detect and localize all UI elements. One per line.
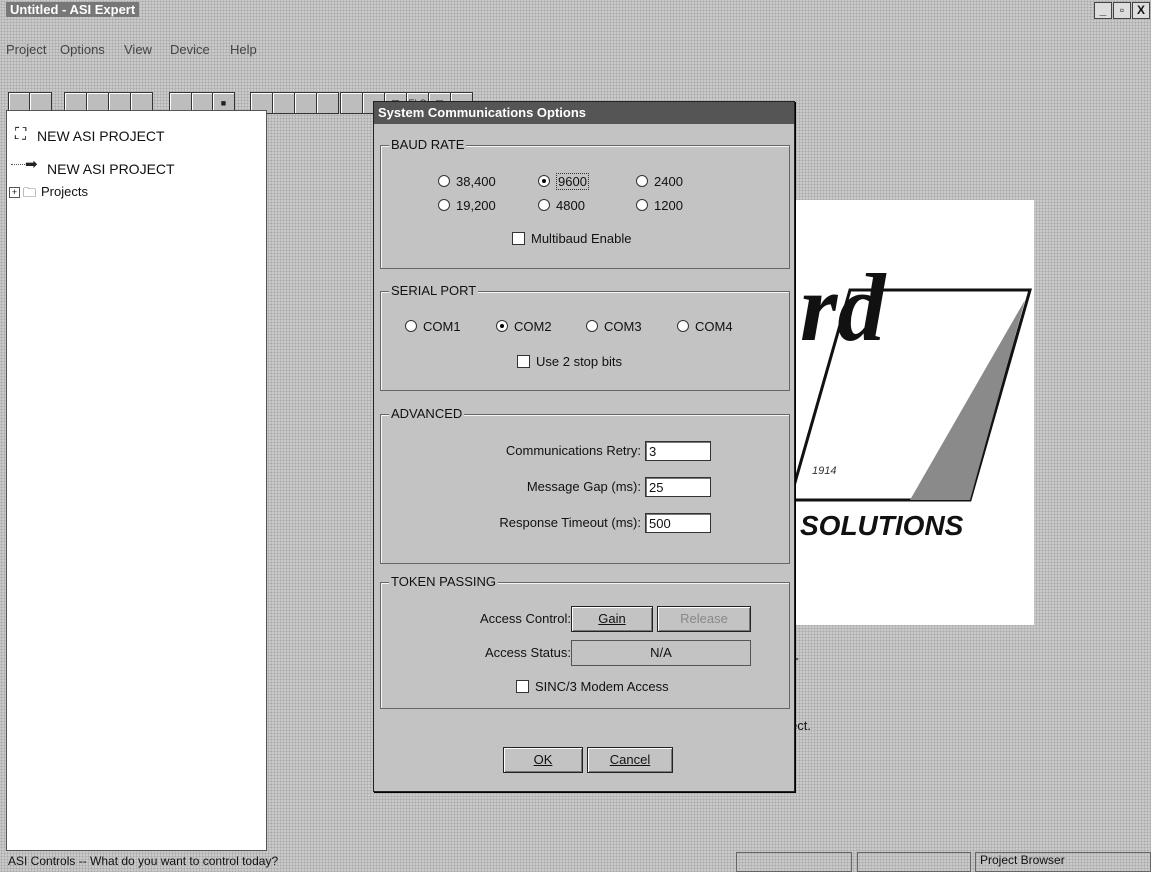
close-button[interactable]: X (1132, 2, 1150, 19)
ok-button[interactable]: OK (503, 747, 583, 773)
baud-38400-label: 38,400 (456, 174, 496, 189)
com1-radio[interactable]: COM1 (405, 319, 461, 334)
sinc-modem-label: SINC/3 Modem Access (535, 679, 669, 694)
radio-indicator (538, 199, 550, 211)
checkbox-box (516, 680, 529, 693)
com1-label: COM1 (423, 319, 461, 334)
minimize-button[interactable]: _ (1094, 2, 1112, 19)
expand-icon[interactable]: + (9, 187, 20, 198)
gain-button[interactable]: Gain (571, 606, 653, 632)
logo-year: 1914 (812, 465, 837, 477)
token-passing-group: TOKEN PASSING Access Control: Gain Relea… (380, 574, 790, 709)
baud-2400-label: 2400 (654, 174, 683, 189)
radio-indicator (636, 199, 648, 211)
baud-1200-radio[interactable]: 1200 (636, 198, 683, 213)
radio-indicator (538, 175, 550, 187)
checkbox-box (517, 355, 530, 368)
baud-19200-label: 19,200 (456, 198, 496, 213)
toolbar: ■▦ELO▤ (0, 40, 1151, 114)
system-communications-dialog: System Communications Options BAUD RATE … (373, 101, 795, 792)
retry-label: Communications Retry: (505, 443, 641, 458)
stop-bits-checkbox[interactable]: Use 2 stop bits (517, 354, 622, 369)
status-pane-2 (857, 852, 971, 872)
radio-indicator (677, 320, 689, 332)
tree-item-project[interactable]: NEW ASI PROJECT (47, 161, 175, 177)
baud-2400-radio[interactable]: 2400 (636, 174, 683, 189)
message-gap-input[interactable]: 25 (645, 477, 711, 497)
logo-tagline: SOLUTIONS (800, 510, 964, 541)
baud-19200-radio[interactable]: 19,200 (438, 198, 496, 213)
restore-button[interactable]: ▫ (1113, 2, 1131, 19)
advanced-label: ADVANCED (389, 406, 465, 421)
folder-icon: 🗀 (23, 185, 37, 200)
message-gap-label: Message Gap (ms): (526, 479, 641, 494)
access-status-value: N/A (571, 640, 751, 666)
window-title: Untitled - ASI Expert (6, 2, 140, 17)
baud-4800-radio[interactable]: 4800 (538, 198, 585, 213)
baud-38400-radio[interactable]: 38,400 (438, 174, 496, 189)
access-status-label: Access Status: (485, 645, 571, 660)
radio-indicator (405, 320, 417, 332)
logo-script-text: rd (800, 254, 886, 361)
title-bar: Untitled - ASI Expert _ ▫ X (0, 0, 1151, 20)
splash-logo: rd 1914 SOLUTIONS (790, 200, 1034, 625)
dialog-title: System Communications Options (378, 105, 587, 120)
serial-port-group: SERIAL PORT COM1 COM2 COM3 COM4 Use 2 st… (380, 283, 790, 391)
project-root-icon: ⛶ (15, 126, 27, 143)
ok-button-label: OK (533, 752, 553, 767)
stop-bits-label: Use 2 stop bits (536, 354, 622, 369)
checkbox-box (512, 232, 525, 245)
response-timeout-label: Response Timeout (ms): (499, 515, 641, 530)
sinc-modem-checkbox[interactable]: SINC/3 Modem Access (516, 679, 669, 694)
multibaud-checkbox[interactable]: Multibaud Enable (512, 231, 631, 246)
tree-root-label[interactable]: NEW ASI PROJECT (37, 128, 165, 144)
menu-bar: Project Options View Device Help (0, 20, 1151, 57)
com4-label: COM4 (695, 319, 733, 334)
baud-9600-label: 9600 (556, 173, 589, 190)
baud-4800-label: 4800 (556, 198, 585, 213)
baud-rate-label: BAUD RATE (389, 137, 467, 152)
access-control-label: Access Control: (479, 611, 571, 626)
status-pane-1 (736, 852, 852, 872)
project-browser-pane[interactable]: Project Browser (975, 852, 1151, 872)
com2-radio[interactable]: COM2 (496, 319, 552, 334)
cancel-button[interactable]: Cancel (587, 747, 673, 773)
advanced-group: ADVANCED Communications Retry: 3 Message… (380, 406, 790, 564)
baud-1200-label: 1200 (654, 198, 683, 213)
radio-indicator (438, 175, 450, 187)
arrow-icon: ➡ (25, 156, 38, 173)
baud-rate-group: BAUD RATE 38,400 9600 2400 19,200 4800 1… (380, 137, 790, 269)
tree-connector (11, 164, 25, 166)
tree-item-projects[interactable]: Projects (41, 184, 88, 199)
retry-input[interactable]: 3 (645, 441, 711, 461)
radio-indicator (636, 175, 648, 187)
baud-9600-radio[interactable]: 9600 (538, 173, 589, 190)
com4-radio[interactable]: COM4 (677, 319, 733, 334)
radio-indicator (586, 320, 598, 332)
multibaud-label: Multibaud Enable (531, 231, 632, 246)
project-tree-panel: ⛶ NEW ASI PROJECT ➡ NEW ASI PROJECT + 🗀 … (6, 110, 267, 851)
com3-radio[interactable]: COM3 (586, 319, 642, 334)
radio-indicator (496, 320, 508, 332)
status-message: ASI Controls -- What do you want to cont… (8, 854, 279, 868)
serial-port-label: SERIAL PORT (389, 283, 479, 298)
gain-button-label: Gain (598, 611, 626, 626)
com3-label: COM3 (604, 319, 642, 334)
radio-indicator (438, 199, 450, 211)
cancel-button-label: Cancel (609, 752, 651, 767)
dialog-title-bar: System Communications Options (374, 102, 794, 124)
release-button[interactable]: Release (657, 606, 751, 632)
response-timeout-input[interactable]: 500 (645, 513, 711, 533)
token-passing-label: TOKEN PASSING (389, 574, 498, 589)
com2-label: COM2 (514, 319, 552, 334)
